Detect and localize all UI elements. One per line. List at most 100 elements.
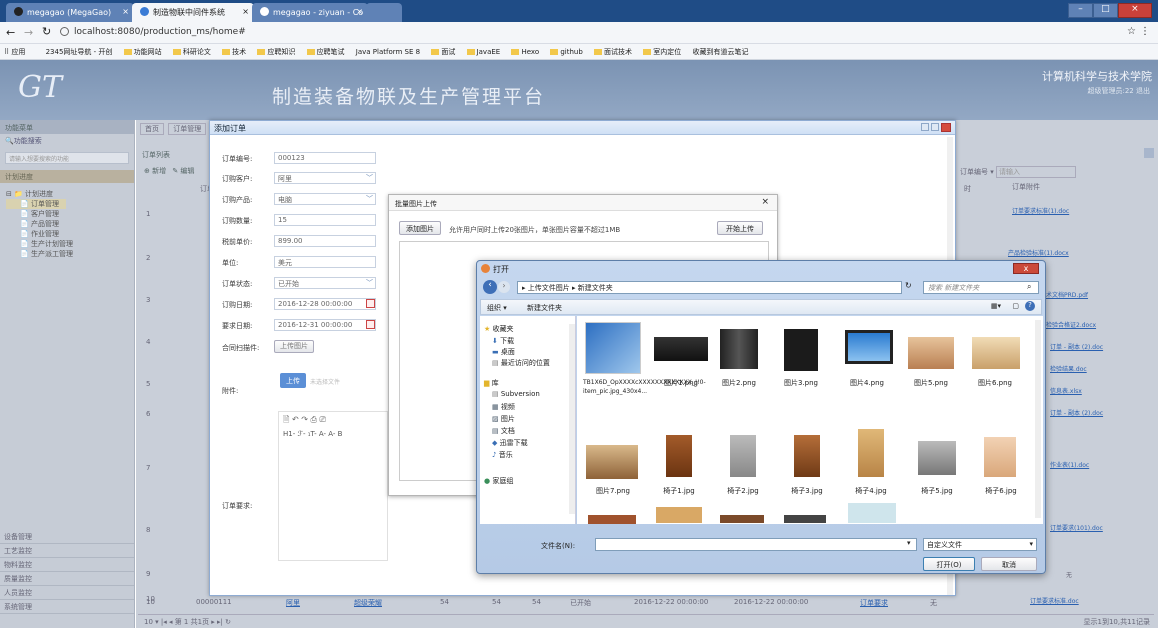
bookmark-item[interactable]: 室内定位 [643,44,681,59]
file-name[interactable]: 图片7.png [583,486,643,496]
add-button[interactable]: ⊕ 新增 [144,167,166,175]
file-thumb-pc-case[interactable] [783,328,819,372]
sidebar-item-quality[interactable]: 质量监控 [0,572,134,586]
breadcrumb[interactable]: ▸ 上传文件图片 ▸ 新建文件夹 [517,281,902,294]
organize-menu[interactable]: 组织 ▾ [487,303,507,313]
file-thumb[interactable] [847,502,897,524]
forward-icon[interactable]: › [498,281,510,293]
upload-attachment-button[interactable]: 上传 [280,373,306,388]
sidebar-item-products[interactable]: 📄 产品管理 [6,219,134,229]
sidebar-item-staff[interactable]: 人员监控 [0,586,134,600]
attachment-link[interactable]: 订单 - 副本 (2).doc [1050,342,1103,351]
bookmark-item[interactable]: 科研论文 [172,44,211,59]
file-thumb-chair2[interactable] [729,434,757,478]
nav-documents[interactable]: ▤ 文档 [492,426,515,436]
file-name[interactable]: 图片2.png [709,378,769,388]
back-icon[interactable]: ← [6,26,15,39]
bookmark-item[interactable]: Hexo [511,44,539,59]
file-name[interactable]: 椅子6.jpg [971,486,1031,496]
order-date-input[interactable]: 2016-12-28 00:00:00 [274,298,376,310]
grid-scrollbar[interactable] [1035,320,1041,518]
status-select[interactable]: 已开始 [274,277,376,289]
list-search-input[interactable]: 请输入 [995,166,1076,178]
bookmark-item[interactable]: 2345网址导航 - 开创 [46,44,113,59]
bookmark-item[interactable]: github [550,44,583,59]
pane-icon[interactable]: ▢ [1012,302,1019,310]
cell-link[interactable]: 超级荣耀 [354,598,382,608]
menu-icon[interactable]: ⋮ [1140,26,1150,37]
sidebar-item-system[interactable]: 系统管理 [0,600,134,614]
close-icon[interactable]: × [242,7,249,16]
open-button[interactable]: 打开(O) [923,557,975,571]
file-name[interactable]: 椅子2.jpg [713,486,773,496]
view-icon[interactable]: ▦▾ [991,302,1001,310]
user-info[interactable]: 超级管理员:22 退出 [1088,86,1151,96]
bookmark-item[interactable]: 收藏到有道云笔记 [693,44,749,59]
file-type-select[interactable]: 自定义文件 ▾ [923,538,1037,551]
calendar-icon[interactable] [366,320,375,329]
close-icon[interactable]: x [1013,263,1039,274]
requirement-editor[interactable]: 🗎 ↶ ↷ ⎙ ⎚ H1- ℱ- ₁T- A- A- B [278,411,388,561]
attachment-link[interactable]: 检验合格证2.docx [1046,320,1096,329]
forward-icon[interactable]: → [24,26,33,39]
sidebar-search-input[interactable]: 请输入想要搜索的功能 [5,152,129,164]
file-thumb-table-set[interactable] [971,336,1021,370]
redo-icon[interactable]: ↷ [301,415,308,424]
close-icon[interactable]: × [356,7,363,16]
maximize-icon[interactable] [931,123,939,131]
minimize-button[interactable]: – [1068,3,1093,18]
file-thumb-beer[interactable] [585,322,641,374]
calendar-icon[interactable] [366,299,375,308]
file-name[interactable]: 图片4.png [837,378,897,388]
attachment-link[interactable]: 作业表(1).doc [1050,460,1089,469]
maximize-button[interactable]: □ [1092,3,1118,18]
attachment-link[interactable]: 订单 - 副本 (2).doc [1050,408,1103,417]
sidebar-item-material[interactable]: 物料监控 [0,558,134,572]
file-thumb[interactable] [783,514,827,524]
bookmark-item[interactable]: 应聘知识 [257,44,295,59]
file-name[interactable]: 椅子3.jpg [777,486,837,496]
bookmark-item[interactable]: 技术 [222,44,246,59]
nav-pictures[interactable]: ▨ 图片 [492,414,515,424]
sidebar-item-orders[interactable]: 📄 订单管理 [6,199,66,209]
restore-icon[interactable] [921,123,929,131]
file-name[interactable]: 图片1.png [651,378,711,388]
attachment-link[interactable]: 订单要求标准(1).doc [1012,206,1069,215]
nav-homegroup[interactable]: ● 家庭组 [484,476,513,486]
nav-scrollbar[interactable] [569,324,575,514]
nav-desktop[interactable]: ▬ 桌面 [492,347,515,357]
folder-search-input[interactable]: 搜索 新建文件夹 [923,281,1039,294]
nav-favorites[interactable]: ★ 收藏夹 [484,324,514,334]
attachment-link[interactable]: 信息表.xlsx [1050,386,1082,395]
nav-recent[interactable]: ▤ 最近访问的位置 [492,358,550,368]
filename-input[interactable] [595,538,917,551]
unit-price-input[interactable]: 899.00 [274,235,376,247]
file-thumb[interactable] [719,514,765,524]
nav-music[interactable]: ♪ 音乐 [492,450,513,460]
order-number-input[interactable]: 000123 [274,152,376,164]
undo-icon[interactable]: ↶ [292,415,299,424]
required-date-input[interactable]: 2016-12-31 00:00:00 [274,319,376,331]
file-thumb-chair5[interactable] [917,440,957,476]
sidebar-item-dispatch[interactable]: 📄 生产派工管理 [6,249,134,259]
file-name[interactable]: 椅子4.jpg [841,486,901,496]
file-thumb-desk[interactable] [585,444,639,480]
new-tab-button[interactable] [366,3,402,22]
file-thumb-chair6[interactable] [983,436,1017,478]
search-type-select[interactable]: 订单编号 [960,168,988,176]
sidebar-item-customers[interactable]: 📄 客户管理 [6,209,134,219]
start-upload-button[interactable]: 开始上传 [717,221,763,235]
file-name[interactable]: 图片6.png [965,378,1025,388]
file-thumb-monitor[interactable] [845,330,893,364]
cell-link[interactable]: 订单要求 [860,598,888,608]
browser-tab-system[interactable]: 制造物联中间件系统 × [132,3,254,22]
cell-link[interactable]: 阿里 [286,598,300,608]
save-icon[interactable]: 🗎 [283,415,289,424]
unit-input[interactable]: 美元 [274,256,376,268]
back-icon[interactable]: ‹ [483,280,497,294]
apps-icon[interactable]: ⠿ 应用 [4,44,34,59]
bookmark-item[interactable]: 应聘笔试 [306,44,345,59]
file-thumb-dining-set[interactable] [907,336,955,370]
tab-orders[interactable]: 订单管理 [168,123,207,135]
file-thumb-chair4[interactable] [857,428,885,478]
